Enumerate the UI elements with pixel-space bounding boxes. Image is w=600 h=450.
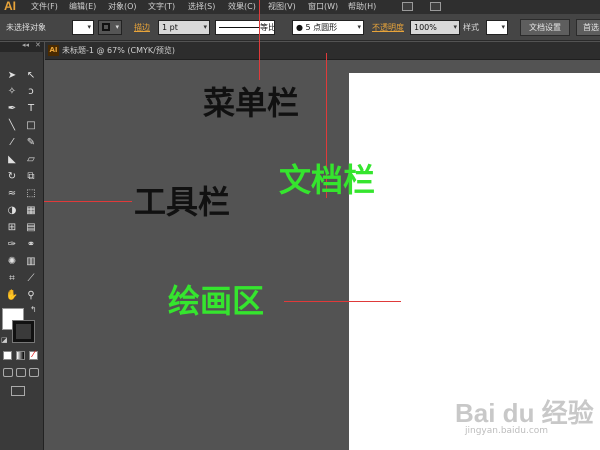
tools-panel-header[interactable]: ◂◂ ✕ [0, 41, 44, 52]
menu-effect[interactable]: 效果(C) [228, 1, 256, 12]
gradient-mode-icon[interactable] [16, 351, 25, 360]
bridge-icon[interactable] [402, 2, 413, 11]
stroke-label[interactable]: 描边 [134, 21, 150, 34]
stroke-weight-value: 1 pt [162, 23, 178, 32]
opacity-field[interactable]: 100% ▾ [410, 20, 460, 35]
default-colors-icon[interactable]: ◪ [1, 336, 8, 344]
selection-status: 未选择对象 [6, 23, 46, 32]
screen-mode-icon[interactable] [11, 386, 25, 396]
symbol-sprayer-tool-icon[interactable]: ✺ [3, 253, 21, 271]
brush-dot-icon: ● [296, 23, 306, 32]
menu-edit[interactable]: 编辑(E) [69, 1, 96, 12]
document-tab-bar: AI 未标题-1 @ 67% (CMYK/预览) [45, 42, 600, 60]
column-graph-tool-icon[interactable]: ▥ [22, 253, 40, 271]
zoom-tool-icon[interactable]: ⚲ [22, 287, 40, 305]
tool-grid: ➤ ↖ ✧ ↄ ✒ T ╲ □ ⁄ ✎ ◣ ▱ ↻ ⧉ ≈ ⬚ ◑ ▦ ⊞ ▤ … [0, 60, 44, 310]
brush-value: 5 点圆形 [305, 23, 338, 32]
menu-bar-annotation: 菜单栏 [203, 84, 300, 122]
paintbrush-tool-icon[interactable]: ⁄ [3, 134, 21, 152]
menu-object[interactable]: 对象(O) [108, 1, 137, 12]
profile-label: 等比 [260, 23, 275, 32]
app-logo: AI [4, 0, 16, 13]
menu-file[interactable]: 文件(F) [31, 1, 58, 12]
draw-normal-icon[interactable] [3, 368, 13, 377]
document-bar-annotation: 文档栏 [279, 161, 376, 199]
toolbar-annotation: 工具栏 [134, 183, 231, 221]
style-label: 样式 [463, 23, 479, 32]
drawing-area-annotation: 绘画区 [168, 282, 265, 320]
preferences-button[interactable]: 首选 [576, 19, 600, 36]
watermark-url: jingyan.baidu.com [465, 426, 549, 436]
eraser-tool-icon[interactable]: ▱ [22, 151, 40, 169]
slice-tool-icon[interactable]: ⟋ [22, 270, 40, 288]
stroke-swatch-icon [102, 23, 110, 31]
brush-definition-dropdown[interactable]: ● 5 点圆形 ▾ [292, 20, 364, 35]
artboard-tool-icon[interactable]: ⌗ [3, 270, 21, 288]
gradient-tool-icon[interactable]: ▤ [22, 219, 40, 237]
document-setup-button[interactable]: 文档设置 [520, 19, 570, 36]
menu-type[interactable]: 文字(T) [148, 1, 175, 12]
collapse-icon[interactable]: ◂◂ [22, 41, 29, 49]
width-tool-icon[interactable]: ≈ [3, 185, 21, 203]
document-ai-icon: AI [48, 45, 59, 56]
menu-select[interactable]: 选择(S) [188, 1, 215, 12]
drawing-area-pointer-line [284, 301, 401, 302]
perspective-grid-tool-icon[interactable]: ▦ [22, 202, 40, 220]
variable-width-profile[interactable]: 等比 [215, 20, 275, 35]
color-mode-icon[interactable] [3, 351, 12, 360]
mesh-tool-icon[interactable]: ⊞ [3, 219, 21, 237]
arrange-documents-icon[interactable] [430, 2, 441, 11]
opacity-value: 100% [414, 23, 437, 32]
menu-view[interactable]: 视图(V) [268, 1, 296, 12]
blob-brush-tool-icon[interactable]: ◣ [3, 151, 21, 169]
draw-behind-icon[interactable] [16, 368, 26, 377]
rectangle-tool-icon[interactable]: □ [22, 117, 40, 135]
menu-window[interactable]: 窗口(W) [308, 1, 338, 12]
shape-builder-tool-icon[interactable]: ◑ [3, 202, 21, 220]
free-transform-tool-icon[interactable]: ⬚ [22, 185, 40, 203]
toolbar-pointer-line [44, 201, 132, 202]
stroke-color-swatch[interactable] [12, 320, 35, 343]
swap-colors-icon[interactable]: ↰ [30, 305, 37, 314]
menu-bar: AI 文件(F) 编辑(E) 对象(O) 文字(T) 选择(S) 效果(C) 视… [0, 0, 600, 14]
pen-tool-icon[interactable]: ✒ [3, 100, 21, 118]
opacity-label[interactable]: 不透明度 [372, 21, 404, 34]
baidu-watermark-logo: Bai du 经验 [455, 398, 594, 428]
rotate-tool-icon[interactable]: ↻ [3, 168, 21, 186]
profile-line-icon [219, 27, 259, 28]
document-tab-title[interactable]: 未标题-1 @ 67% (CMYK/预览) [62, 45, 175, 56]
close-panel-icon[interactable]: ✕ [35, 41, 41, 49]
fill-color-picker[interactable]: ▾ [72, 20, 94, 35]
pencil-tool-icon[interactable]: ✎ [22, 134, 40, 152]
type-tool-icon[interactable]: T [22, 100, 40, 118]
eyedropper-tool-icon[interactable]: ✑ [3, 236, 21, 254]
draw-inside-icon[interactable] [29, 368, 39, 377]
graphic-style-picker[interactable]: ▾ [486, 20, 508, 35]
menu-bar-pointer-line [259, 0, 260, 80]
line-tool-icon[interactable]: ╲ [3, 117, 21, 135]
scale-tool-icon[interactable]: ⧉ [22, 168, 40, 186]
stroke-weight-field[interactable]: 1 pt ▾ [158, 20, 210, 35]
menu-help[interactable]: 帮助(H) [348, 1, 376, 12]
stroke-color-picker[interactable]: ▾ [98, 20, 122, 35]
lasso-tool-icon[interactable]: ↄ [22, 83, 40, 101]
none-mode-icon[interactable]: ⁄ [29, 351, 38, 360]
magic-wand-tool-icon[interactable]: ✧ [3, 83, 21, 101]
blend-tool-icon[interactable]: ⚭ [22, 236, 40, 254]
hand-tool-icon[interactable]: ✋ [3, 287, 21, 305]
control-bar: 未选择对象 ▾ ▾ 描边 1 pt ▾ 等比 ● 5 点圆形 ▾ 不透明度 100%… [0, 14, 600, 41]
